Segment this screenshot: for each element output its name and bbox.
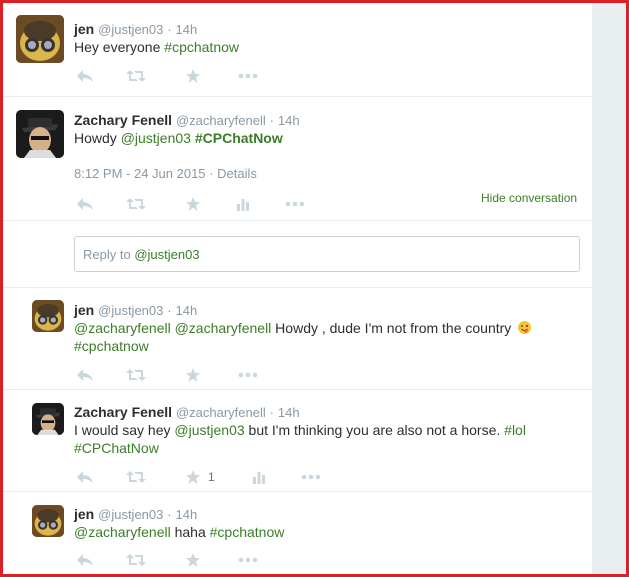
- tweet-expanded[interactable]: Zachary Fenell @zacharyfenell · 14h Howd…: [3, 97, 592, 221]
- conversation-timeline: jen @justjen03 · 14h Hey everyone #cpcha…: [3, 3, 592, 574]
- reply-icon[interactable]: [74, 551, 96, 569]
- reply-icon[interactable]: [74, 67, 96, 85]
- tweet-text: Hey everyone #cpchatnow: [74, 38, 239, 56]
- tweet-header: jen @justjen03 · 14h: [74, 302, 197, 318]
- mention-link[interactable]: @justjen03: [121, 130, 191, 146]
- hashtag-link[interactable]: #CPChatNow: [195, 130, 283, 146]
- reply-icon[interactable]: [74, 468, 96, 486]
- tweet-header: Zachary Fenell @zacharyfenell · 14h: [74, 112, 300, 128]
- user-name[interactable]: jen: [74, 506, 94, 522]
- hashtag-link[interactable]: #cpchatnow: [164, 39, 239, 55]
- tweet-header: Zachary Fenell @zacharyfenell · 14h: [74, 404, 300, 420]
- user-handle[interactable]: @justjen03: [98, 507, 163, 522]
- tweet-text: @zacharyfenell haha #cpchatnow: [74, 523, 284, 541]
- separator: ·: [167, 507, 172, 522]
- tweet-reply[interactable]: jen @justjen03 · 14h @zacharyfenell @zac…: [3, 288, 592, 390]
- retweet-icon[interactable]: [125, 551, 147, 569]
- user-name[interactable]: jen: [74, 21, 94, 37]
- tweet-text: Howdy @justjen03 #CPChatNow: [74, 129, 283, 147]
- favorite-icon[interactable]: [182, 551, 204, 569]
- reply-icon[interactable]: [74, 366, 96, 384]
- tweet-time[interactable]: 14h: [176, 507, 198, 522]
- tweet-text-plain: Hey everyone: [74, 39, 165, 55]
- tweet-time[interactable]: 14h: [278, 405, 300, 420]
- reply-icon[interactable]: [74, 195, 96, 213]
- tweet-text: @zacharyfenell @zacharyfenell Howdy , du…: [74, 319, 574, 355]
- separator: ·: [269, 113, 274, 128]
- tweet-text-plain: haha: [170, 524, 210, 540]
- wink-emoji-icon: [518, 321, 532, 334]
- tweet-meta: 8:12 PM - 24 Jun 2015 · Details: [74, 166, 257, 181]
- avatar[interactable]: [32, 403, 64, 435]
- mention-link[interactable]: @zacharyfenell: [74, 524, 171, 540]
- analytics-icon[interactable]: [232, 195, 254, 213]
- hashtag-link[interactable]: #cpchatnow: [74, 338, 149, 354]
- tweet-time[interactable]: 14h: [278, 113, 300, 128]
- tweet-actions: 1: [74, 468, 334, 486]
- avatar[interactable]: [32, 505, 64, 537]
- tweet[interactable]: jen @justjen03 · 14h Hey everyone #cpcha…: [3, 3, 592, 97]
- mention-link[interactable]: @justjen03: [174, 422, 244, 438]
- favorite-icon[interactable]: [182, 366, 204, 384]
- retweet-icon[interactable]: [125, 468, 147, 486]
- separator: ·: [167, 303, 172, 318]
- tweet-text-plain: Howdy , dude I'm not from the country: [271, 320, 516, 336]
- tweet-text-plain: Howdy: [74, 130, 121, 146]
- tweet-actions: [74, 195, 314, 213]
- favorite-count: 1: [208, 470, 215, 484]
- mention-link[interactable]: @zacharyfenell: [74, 320, 171, 336]
- avatar[interactable]: [16, 110, 64, 158]
- favorite-icon[interactable]: [182, 468, 204, 486]
- hide-conversation-link[interactable]: Hide conversation: [481, 191, 577, 205]
- tweet-actions: [74, 67, 274, 85]
- favorite-icon[interactable]: [182, 195, 204, 213]
- mention-link[interactable]: @zacharyfenell: [175, 320, 272, 336]
- more-icon[interactable]: [237, 366, 259, 384]
- user-name[interactable]: Zachary Fenell: [74, 112, 172, 128]
- tweet-actions: [74, 366, 274, 384]
- tweet-header: jen @justjen03 · 14h: [74, 21, 197, 37]
- analytics-icon[interactable]: [248, 468, 270, 486]
- hashtag-link[interactable]: #CPChatNow: [74, 440, 159, 456]
- separator: ·: [167, 22, 172, 37]
- tweet-text-plain: I would say hey: [74, 422, 175, 438]
- hashtag-link[interactable]: #cpchatnow: [210, 524, 285, 540]
- tweet-header: jen @justjen03 · 14h: [74, 506, 197, 522]
- tweet-time[interactable]: 14h: [176, 22, 198, 37]
- avatar[interactable]: [16, 15, 64, 63]
- avatar[interactable]: [32, 300, 64, 332]
- user-handle[interactable]: @zacharyfenell: [176, 113, 266, 128]
- user-handle[interactable]: @zacharyfenell: [176, 405, 266, 420]
- tweet-actions: [74, 551, 274, 569]
- reply-input[interactable]: Reply to @justjen03: [74, 236, 580, 272]
- reply-user: @justjen03: [134, 247, 200, 262]
- user-name[interactable]: jen: [74, 302, 94, 318]
- details-link[interactable]: Details: [217, 166, 257, 181]
- more-icon[interactable]: [237, 551, 259, 569]
- tweet-reply[interactable]: jen @justjen03 · 14h @zacharyfenell haha…: [3, 492, 592, 574]
- user-handle[interactable]: @justjen03: [98, 303, 163, 318]
- tweet-time[interactable]: 14h: [176, 303, 198, 318]
- tweet-timestamp[interactable]: 8:12 PM - 24 Jun 2015: [74, 166, 206, 181]
- hashtag-link[interactable]: #lol: [504, 422, 526, 438]
- tweet-reply[interactable]: Zachary Fenell @zacharyfenell · 14h I wo…: [3, 390, 592, 492]
- user-handle[interactable]: @justjen03: [98, 22, 163, 37]
- separator: ·: [209, 166, 214, 181]
- user-name[interactable]: Zachary Fenell: [74, 404, 172, 420]
- favorite-icon[interactable]: [182, 67, 204, 85]
- more-icon[interactable]: [237, 67, 259, 85]
- separator: ·: [269, 405, 274, 420]
- tweet-text: I would say hey @justjen03 but I'm think…: [74, 421, 584, 457]
- more-icon[interactable]: [284, 195, 306, 213]
- retweet-icon[interactable]: [125, 366, 147, 384]
- more-icon[interactable]: [300, 468, 322, 486]
- retweet-icon[interactable]: [125, 67, 147, 85]
- reply-prefix: Reply to: [83, 247, 135, 262]
- retweet-icon[interactable]: [125, 195, 147, 213]
- tweet-text-plain: but I'm thinking you are also not a hors…: [244, 422, 505, 438]
